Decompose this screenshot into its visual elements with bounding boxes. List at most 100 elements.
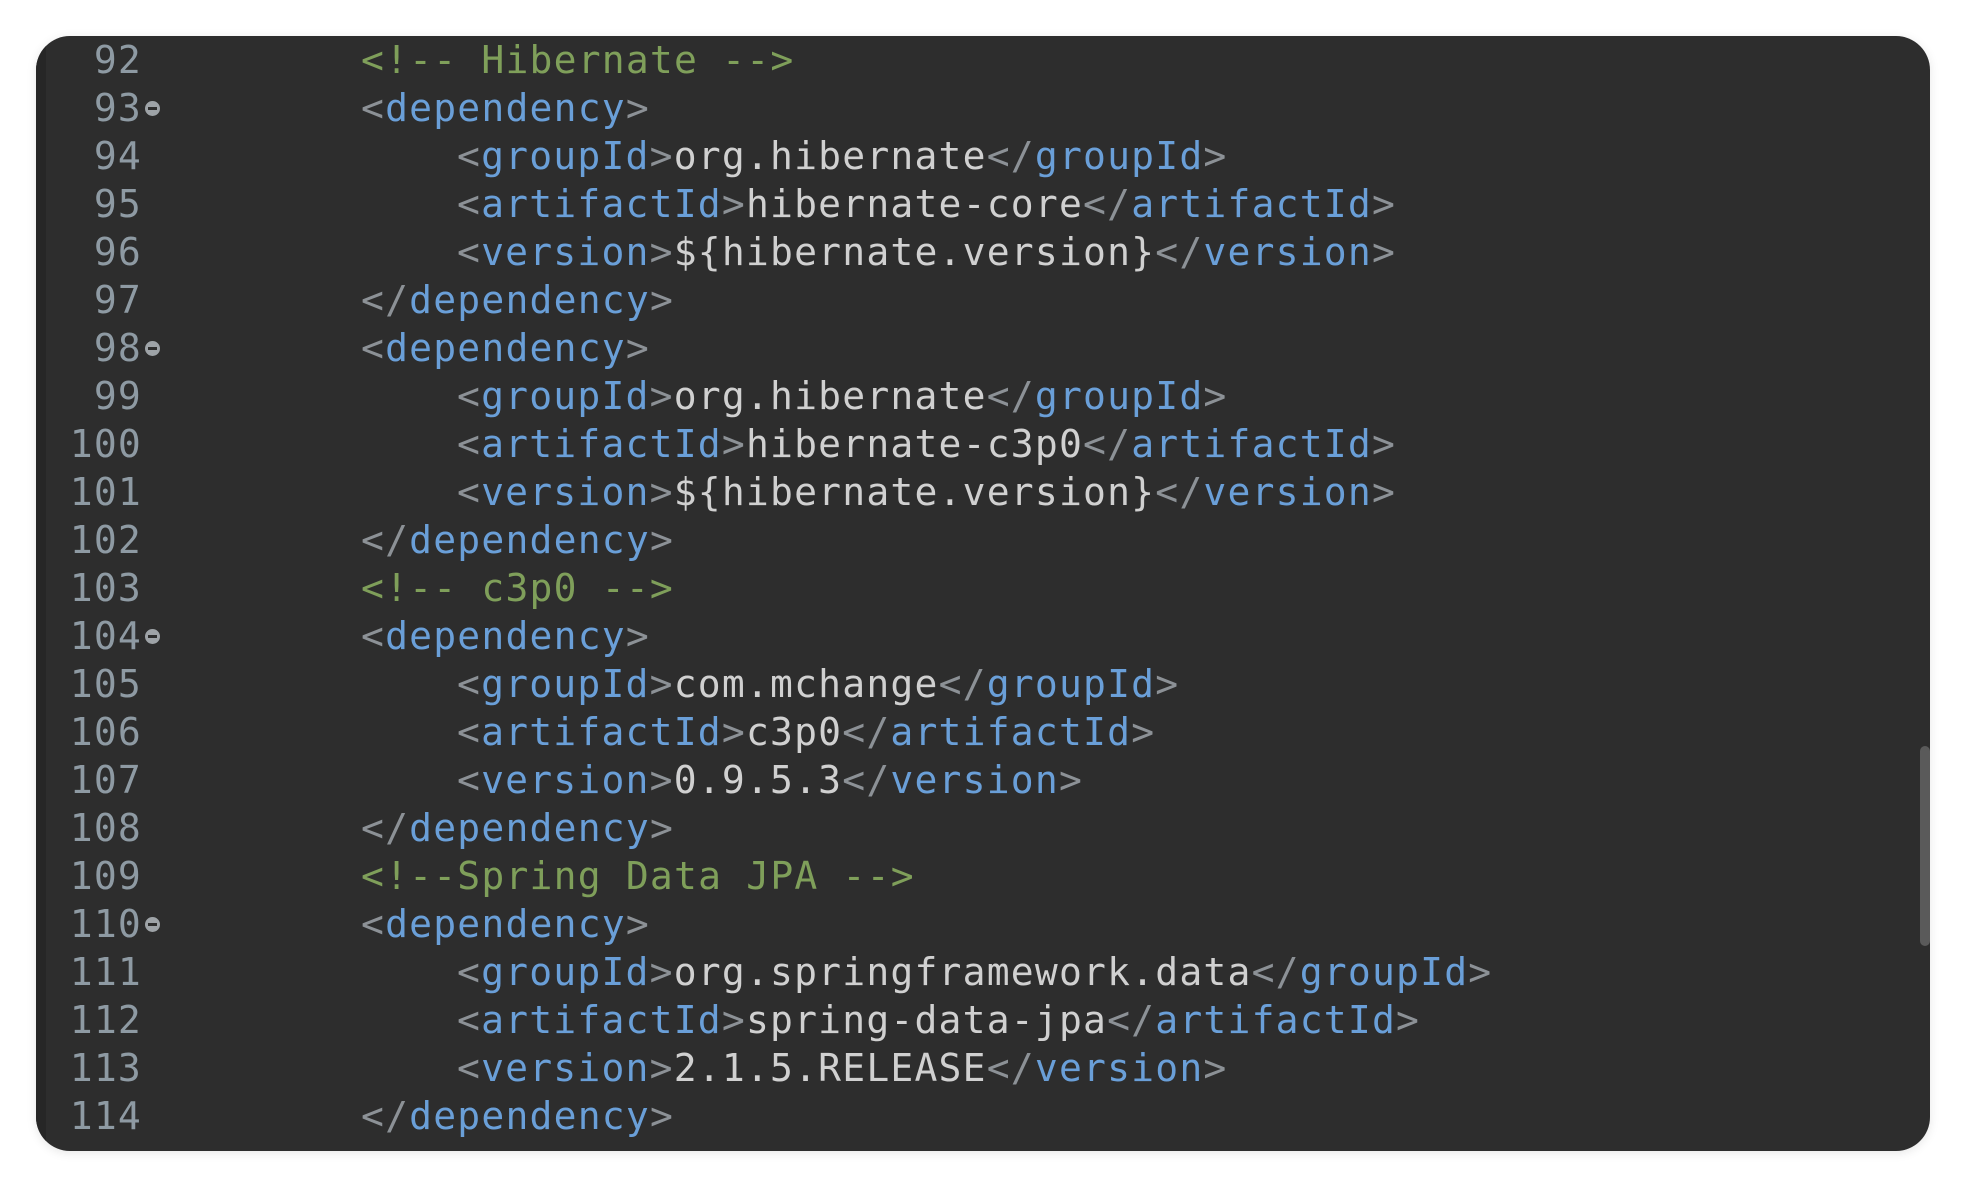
xml-tag-name: dependency xyxy=(385,902,626,946)
code-line[interactable]: 99 <groupId>org.hibernate</groupId> xyxy=(36,372,1930,420)
code-comment: <!-- c3p0 --> xyxy=(361,566,675,610)
xml-bracket: < xyxy=(457,1046,482,1090)
xml-bracket: < xyxy=(457,182,482,226)
line-number: 92 xyxy=(93,38,142,82)
xml-bracket: > xyxy=(1131,710,1156,754)
line-number: 108 xyxy=(69,806,142,850)
code-line[interactable]: 106 <artifactId>c3p0</artifactId> xyxy=(36,708,1930,756)
code-line[interactable]: 107 <version>0.9.5.3</version> xyxy=(36,756,1930,804)
xml-tag-name: version xyxy=(1203,230,1372,274)
xml-bracket: </ xyxy=(842,710,891,754)
code-line[interactable]: 96 <version>${hibernate.version}</version… xyxy=(36,228,1930,276)
code-line[interactable]: 105 <groupId>com.mchange</groupId> xyxy=(36,660,1930,708)
code-text: <!-- c3p0 --> xyxy=(361,564,674,612)
code-line[interactable]: 101 <version>${hibernate.version}</versio… xyxy=(36,468,1930,516)
xml-tag-name: dependency xyxy=(409,1094,650,1138)
xml-bracket: </ xyxy=(986,134,1035,178)
xml-bracket: < xyxy=(457,662,482,706)
code-line[interactable]: 103 <!-- c3p0 --> xyxy=(36,564,1930,612)
fold-collapse-icon[interactable] xyxy=(145,629,160,644)
line-number: 95 xyxy=(93,182,142,226)
xml-tag-name: version xyxy=(481,230,650,274)
code-line[interactable]: 98 <dependency> xyxy=(36,324,1930,372)
code-text: <!-- Hibernate --> xyxy=(361,36,794,84)
xml-bracket: > xyxy=(649,758,674,802)
code-text: <groupId>com.mchange</groupId> xyxy=(361,660,1179,708)
code-text: </dependency> xyxy=(361,804,674,852)
xml-text-value: ${hibernate.version} xyxy=(673,470,1156,514)
xml-bracket: </ xyxy=(1251,950,1300,994)
line-number: 113 xyxy=(69,1046,142,1090)
code-line[interactable]: 112 <artifactId>spring-data-jpa</artifact… xyxy=(36,996,1930,1044)
xml-text-value: org.hibernate xyxy=(673,374,987,418)
code-text: <dependency> xyxy=(361,612,650,660)
fold-collapse-icon[interactable] xyxy=(145,917,160,932)
code-line[interactable]: 97 </dependency> xyxy=(36,276,1930,324)
code-line[interactable]: 102 </dependency> xyxy=(36,516,1930,564)
fold-collapse-icon[interactable] xyxy=(145,341,160,356)
code-area[interactable]: 92 <!-- Hibernate --> 93 <dependency> 94 <gro… xyxy=(36,36,1930,1151)
code-line[interactable]: 111 <groupId>org.springframework.data</gr… xyxy=(36,948,1930,996)
xml-bracket: </ xyxy=(361,1094,410,1138)
xml-bracket: > xyxy=(1371,230,1397,274)
xml-bracket: > xyxy=(721,422,746,466)
code-line[interactable]: 104 <dependency> xyxy=(36,612,1930,660)
xml-bracket: < xyxy=(457,230,482,274)
line-number: 111 xyxy=(69,950,142,994)
xml-tag-name: groupId xyxy=(1034,374,1204,418)
line-number: 94 xyxy=(93,134,142,178)
code-line[interactable]: 94 <groupId>org.hibernate</groupId> xyxy=(36,132,1930,180)
xml-bracket: > xyxy=(1468,950,1493,994)
xml-bracket: < xyxy=(361,614,386,658)
xml-tag-name: version xyxy=(481,758,650,802)
code-line[interactable]: 100 <artifactId>hibernate-c3p0</artifactI… xyxy=(36,420,1930,468)
code-text: <artifactId>spring-data-jpa</artifactId> xyxy=(361,996,1420,1044)
xml-bracket: > xyxy=(1155,662,1180,706)
xml-bracket: > xyxy=(649,662,674,706)
xml-bracket: </ xyxy=(986,1046,1035,1090)
xml-tag-name: dependency xyxy=(409,278,650,322)
fold-collapse-icon[interactable] xyxy=(145,101,160,116)
xml-bracket: > xyxy=(625,86,650,130)
xml-bracket: </ xyxy=(361,278,410,322)
xml-bracket: < xyxy=(457,470,482,514)
code-line[interactable]: 110 <dependency> xyxy=(36,900,1930,948)
xml-tag-name: version xyxy=(1203,470,1372,514)
xml-bracket: < xyxy=(457,950,482,994)
xml-tag-name: artifactId xyxy=(890,710,1132,754)
code-text: </dependency> xyxy=(361,1092,674,1140)
line-number: 112 xyxy=(69,998,142,1042)
xml-tag-name: groupId xyxy=(986,662,1156,706)
code-line[interactable]: 109 <!--Spring Data JPA --> xyxy=(36,852,1930,900)
xml-bracket: > xyxy=(1058,758,1084,802)
xml-bracket: </ xyxy=(361,806,410,850)
xml-bracket: > xyxy=(649,470,674,514)
code-text: <groupId>org.springframework.data</group… xyxy=(361,948,1492,996)
code-text: <version>${hibernate.version}</version> xyxy=(361,228,1396,276)
code-line[interactable]: 95 <artifactId>hibernate-core</artifactId… xyxy=(36,180,1930,228)
xml-tag-name: artifactId xyxy=(481,422,722,466)
xml-bracket: </ xyxy=(1155,470,1204,514)
xml-tag-name: dependency xyxy=(385,86,626,130)
code-line[interactable]: 114 </dependency> xyxy=(36,1092,1930,1140)
xml-tag-name: groupId xyxy=(481,950,650,994)
xml-tag-name: version xyxy=(481,1046,650,1090)
vertical-scrollbar-thumb[interactable] xyxy=(1920,746,1930,946)
xml-bracket: > xyxy=(649,950,674,994)
code-line[interactable]: 92 <!-- Hibernate --> xyxy=(36,36,1930,84)
code-text: <groupId>org.hibernate</groupId> xyxy=(361,372,1228,420)
code-text: <version>0.9.5.3</version> xyxy=(361,756,1083,804)
code-comment: <!-- Hibernate --> xyxy=(361,38,795,82)
line-number: 101 xyxy=(69,470,142,514)
code-line[interactable]: 93 <dependency> xyxy=(36,84,1930,132)
line-number: 107 xyxy=(69,758,142,802)
xml-bracket: </ xyxy=(1107,998,1156,1042)
code-text: <dependency> xyxy=(361,84,650,132)
xml-bracket: > xyxy=(1203,134,1228,178)
xml-bracket: < xyxy=(361,86,386,130)
xml-tag-name: artifactId xyxy=(481,182,722,226)
xml-bracket: > xyxy=(1371,182,1397,226)
code-text: <dependency> xyxy=(361,324,650,372)
code-line[interactable]: 113 <version>2.1.5.RELEASE</version> xyxy=(36,1044,1930,1092)
code-line[interactable]: 108 </dependency> xyxy=(36,804,1930,852)
